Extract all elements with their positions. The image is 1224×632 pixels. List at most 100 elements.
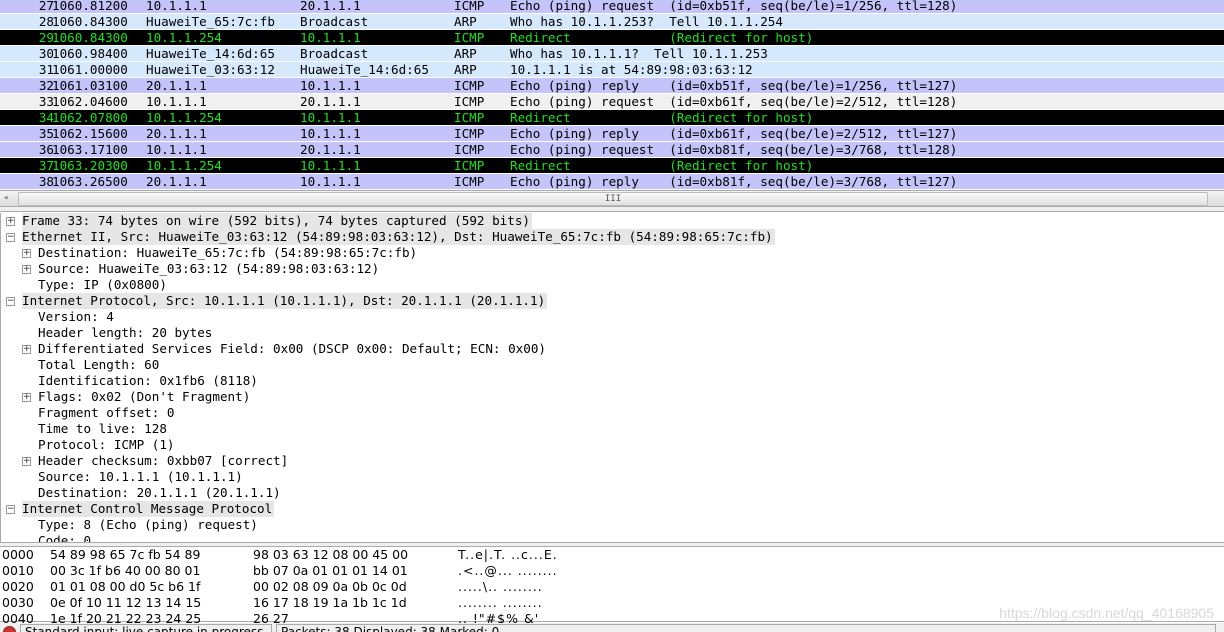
- detail-row[interactable]: Version: 4: [1, 309, 1224, 325]
- packet-row[interactable]: 33 1062.04600 10.1.1.1 20.1.1.1 ICMP Echo (pi…: [0, 94, 1224, 110]
- capture-status-icon[interactable]: [3, 626, 16, 632]
- detail-row[interactable]: + Flags: 0x02 (Don't Fragment): [1, 389, 1224, 405]
- packet-dst: 20.1.1.1: [300, 0, 361, 13]
- packet-row[interactable]: 36 1063.17100 10.1.1.1 20.1.1.1 ICMP Echo (pi…: [0, 142, 1224, 158]
- detail-text: Flags: 0x02 (Don't Fragment): [38, 389, 251, 404]
- expand-icon[interactable]: +: [22, 345, 31, 354]
- detail-row[interactable]: Type: IP (0x0800): [1, 277, 1224, 293]
- packet-row[interactable]: 30 1060.98400 HuaweiTe_14:6d:65 Broadcast AR…: [0, 46, 1224, 62]
- detail-row[interactable]: Type: 8 (Echo (ping) request): [1, 517, 1224, 533]
- packet-row[interactable]: 28 1060.84300 HuaweiTe_65:7c:fb Broadcast AR…: [0, 14, 1224, 30]
- packet-row[interactable]: 35 1062.15600 20.1.1.1 10.1.1.1 ICMP Echo (pi…: [0, 126, 1224, 142]
- hex-b1[interactable]: 00 3c 1f b6 40 00 80 01: [50, 563, 200, 579]
- expand-icon[interactable]: +: [22, 249, 31, 258]
- packet-time: 1062.07800: [52, 110, 128, 125]
- detail-row[interactable]: Total Length: 60: [1, 357, 1224, 373]
- expand-icon[interactable]: +: [22, 457, 31, 466]
- detail-row[interactable]: Fragment offset: 0: [1, 405, 1224, 421]
- packet-row[interactable]: 38 1063.26500 20.1.1.1 10.1.1.1 ICMP Echo (pi…: [0, 174, 1224, 190]
- packet-src: HuaweiTe_03:63:12: [146, 62, 275, 77]
- pane-splitter[interactable]: [0, 207, 1224, 212]
- packet-src: 10.1.1.254: [146, 110, 222, 125]
- hex-off[interactable]: 0020: [2, 579, 34, 595]
- hex-off[interactable]: 0030: [2, 595, 34, 611]
- detail-row[interactable]: Identification: 0x1fb6 (8118): [1, 373, 1224, 389]
- hex-b2[interactable]: bb 07 0a 01 01 01 14 01: [253, 563, 408, 579]
- packet-src: 10.1.1.254: [146, 158, 222, 173]
- hex-ascii[interactable]: .<..@... ........: [458, 563, 558, 579]
- expand-icon[interactable]: +: [22, 265, 31, 274]
- packet-info: Echo (ping) reply (id=0xb61f, seq(be/le)…: [510, 126, 958, 141]
- packet-proto: ICMP: [454, 126, 485, 141]
- packet-src: 10.1.1.1: [146, 0, 207, 13]
- collapse-icon[interactable]: −: [6, 505, 15, 514]
- packet-proto: ICMP: [454, 174, 485, 189]
- detail-text: Frame 33: 74 bytes on wire (592 bits), 7…: [22, 213, 532, 229]
- detail-row[interactable]: + Differentiated Services Field: 0x00 (DS…: [1, 341, 1224, 357]
- detail-row[interactable]: + Source: HuaweiTe_03:63:12 (54:89:98:03:…: [1, 261, 1224, 277]
- packet-details-tree: + Frame 33: 74 bytes on wire (592 bits), …: [0, 213, 1224, 542]
- packet-src: 10.1.1.1: [146, 94, 207, 109]
- packet-proto: ICMP: [454, 78, 485, 93]
- hex-row: 0020 01 01 08 00 d0 5c b6 1f 00 02 08 09 0…: [0, 579, 1224, 595]
- packet-list: 27 1060.81200 10.1.1.1 20.1.1.1 ICMP Echo (pi…: [0, 0, 1224, 190]
- packet-info: Who has 10.1.1.1? Tell 10.1.1.253: [510, 46, 768, 61]
- packet-time: 1060.98400: [52, 46, 128, 61]
- packet-info: Redirect (Redirect for host): [510, 110, 814, 125]
- packet-time: 1061.03100: [52, 78, 128, 93]
- hex-ascii[interactable]: .....\.. ........: [458, 579, 543, 595]
- packet-row[interactable]: 32 1061.03100 20.1.1.1 10.1.1.1 ICMP Echo (pi…: [0, 78, 1224, 94]
- detail-text: Type: IP (0x0800): [38, 277, 167, 292]
- hex-b1[interactable]: 0e 0f 10 11 12 13 14 15: [50, 595, 201, 611]
- hex-b2[interactable]: 00 02 08 09 0a 0b 0c 0d: [253, 579, 407, 595]
- status-packet-counts: Packets: 38 Displayed: 38 Marked: 0: [276, 624, 1216, 632]
- hex-ascii[interactable]: T..e|.T. ..c...E.: [458, 547, 558, 563]
- horizontal-scrollbar[interactable]: ◂ III: [0, 190, 1224, 207]
- hex-ascii[interactable]: ........ ........: [458, 595, 543, 611]
- status-bar: Standard input: live capture in progress…: [0, 623, 1224, 632]
- detail-text: Time to live: 128: [38, 421, 167, 436]
- detail-text: Destination: 20.1.1.1 (20.1.1.1): [38, 485, 281, 500]
- detail-row[interactable]: Time to live: 128: [1, 421, 1224, 437]
- collapse-icon[interactable]: −: [6, 233, 15, 242]
- packet-dst: 10.1.1.1: [300, 30, 361, 45]
- packet-proto: ICMP: [454, 142, 485, 157]
- packet-row[interactable]: 27 1060.81200 10.1.1.1 20.1.1.1 ICMP Echo (pi…: [0, 0, 1224, 14]
- detail-row[interactable]: Source: 10.1.1.1 (10.1.1.1): [1, 469, 1224, 485]
- detail-row[interactable]: − Internet Protocol, Src: 10.1.1.1 (10.1.…: [1, 293, 1224, 309]
- packet-time: 1061.00000: [52, 62, 128, 77]
- collapse-icon[interactable]: −: [6, 297, 15, 306]
- packet-row[interactable]: 31 1061.00000 HuaweiTe_03:63:12 HuaweiTe_14…: [0, 62, 1224, 78]
- scrollbar-thumb[interactable]: III: [18, 192, 1208, 206]
- detail-row[interactable]: + Frame 33: 74 bytes on wire (592 bits), …: [1, 213, 1224, 229]
- hex-b2[interactable]: 98 03 63 12 08 00 45 00: [253, 547, 408, 563]
- detail-row[interactable]: Protocol: ICMP (1): [1, 437, 1224, 453]
- packet-row[interactable]: 34 1062.07800 10.1.1.254 10.1.1.1 ICMP Redire…: [0, 110, 1224, 126]
- hex-off[interactable]: 0000: [2, 547, 34, 563]
- expand-icon[interactable]: +: [6, 217, 15, 226]
- packet-info: 10.1.1.1 is at 54:89:98:03:63:12: [510, 62, 753, 77]
- packet-row[interactable]: 29 1060.84300 10.1.1.254 10.1.1.1 ICMP Redire…: [0, 30, 1224, 46]
- expand-icon[interactable]: +: [22, 393, 31, 402]
- detail-text: Internet Protocol, Src: 10.1.1.1 (10.1.1…: [22, 293, 548, 309]
- packet-dst: HuaweiTe_14:6d:65: [300, 62, 429, 77]
- hex-off[interactable]: 0010: [2, 563, 34, 579]
- scroll-left-arrow-icon[interactable]: ◂: [3, 193, 8, 203]
- packet-dst: 10.1.1.1: [300, 78, 361, 93]
- detail-text: Source: HuaweiTe_03:63:12 (54:89:98:03:6…: [38, 261, 380, 276]
- detail-text: Destination: HuaweiTe_65:7c:fb (54:89:98…: [38, 245, 418, 260]
- packet-info: Echo (ping) request (id=0xb61f, seq(be/l…: [510, 94, 958, 109]
- detail-row[interactable]: − Ethernet II, Src: HuaweiTe_03:63:12 (54…: [1, 229, 1224, 245]
- hex-b1[interactable]: 01 01 08 00 d0 5c b6 1f: [50, 579, 200, 595]
- detail-row[interactable]: Code: 0: [1, 533, 1224, 542]
- packet-row[interactable]: 37 1063.20300 10.1.1.254 10.1.1.1 ICMP Redire…: [0, 158, 1224, 174]
- detail-text: Code: 0: [38, 533, 92, 542]
- packet-src: 10.1.1.1: [146, 142, 207, 157]
- detail-row[interactable]: Destination: 20.1.1.1 (20.1.1.1): [1, 485, 1224, 501]
- detail-row[interactable]: Header length: 20 bytes: [1, 325, 1224, 341]
- detail-row[interactable]: + Destination: HuaweiTe_65:7c:fb (54:89:9…: [1, 245, 1224, 261]
- hex-b1[interactable]: 54 89 98 65 7c fb 54 89: [50, 547, 200, 563]
- detail-row[interactable]: + Header checksum: 0xbb07 [correct]: [1, 453, 1224, 469]
- detail-row[interactable]: − Internet Control Message Protocol: [1, 501, 1224, 517]
- hex-b2[interactable]: 16 17 18 19 1a 1b 1c 1d: [253, 595, 407, 611]
